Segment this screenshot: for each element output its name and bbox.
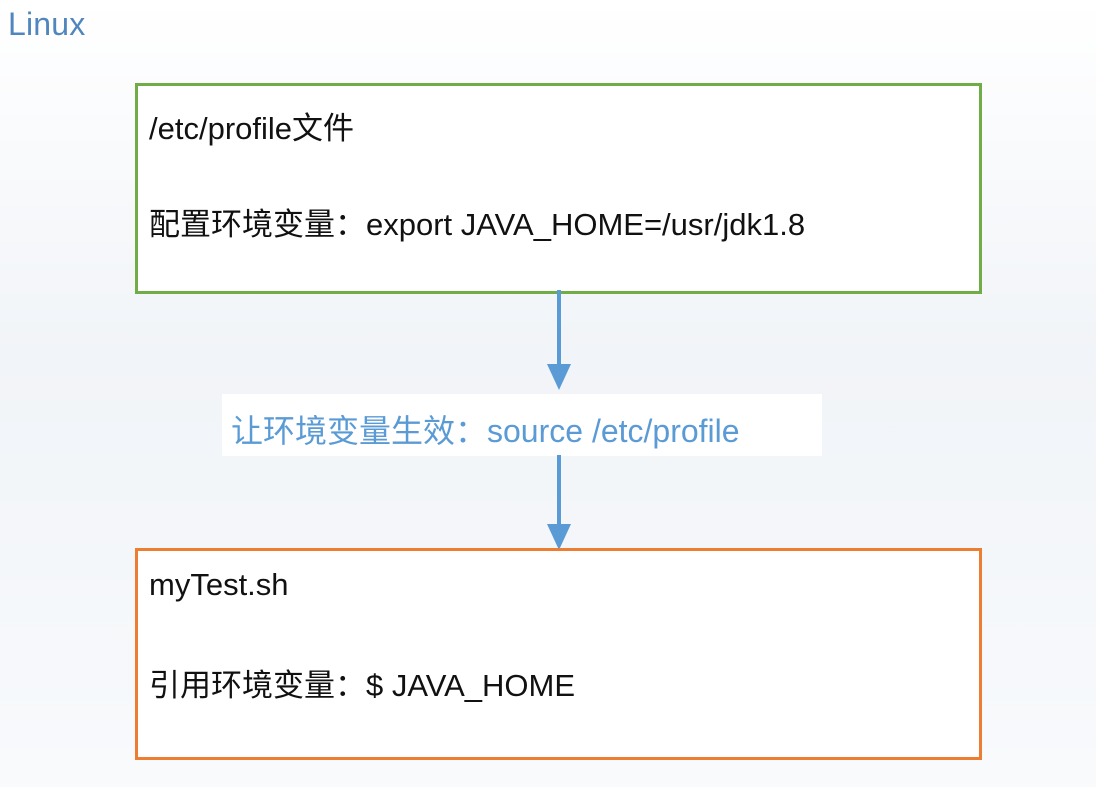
script-file-box: myTest.sh 引用环境变量：$ JAVA_HOME xyxy=(135,548,982,760)
page-title: Linux xyxy=(8,6,86,42)
profile-file-box: /etc/profile文件 配置环境变量：export JAVA_HOME=/… xyxy=(135,83,982,294)
activate-env-label: 让环境变量生效：source /etc/profile xyxy=(231,413,740,449)
profile-config-text: 配置环境变量：export JAVA_HOME=/usr/jdk1.8 xyxy=(149,207,806,242)
down-arrow-icon xyxy=(547,455,571,550)
script-file-name: myTest.sh xyxy=(149,567,289,602)
script-reference-text: 引用环境变量：$ JAVA_HOME xyxy=(149,668,576,703)
profile-file-name: /etc/profile文件 xyxy=(149,111,355,146)
down-arrow-icon xyxy=(547,290,571,390)
